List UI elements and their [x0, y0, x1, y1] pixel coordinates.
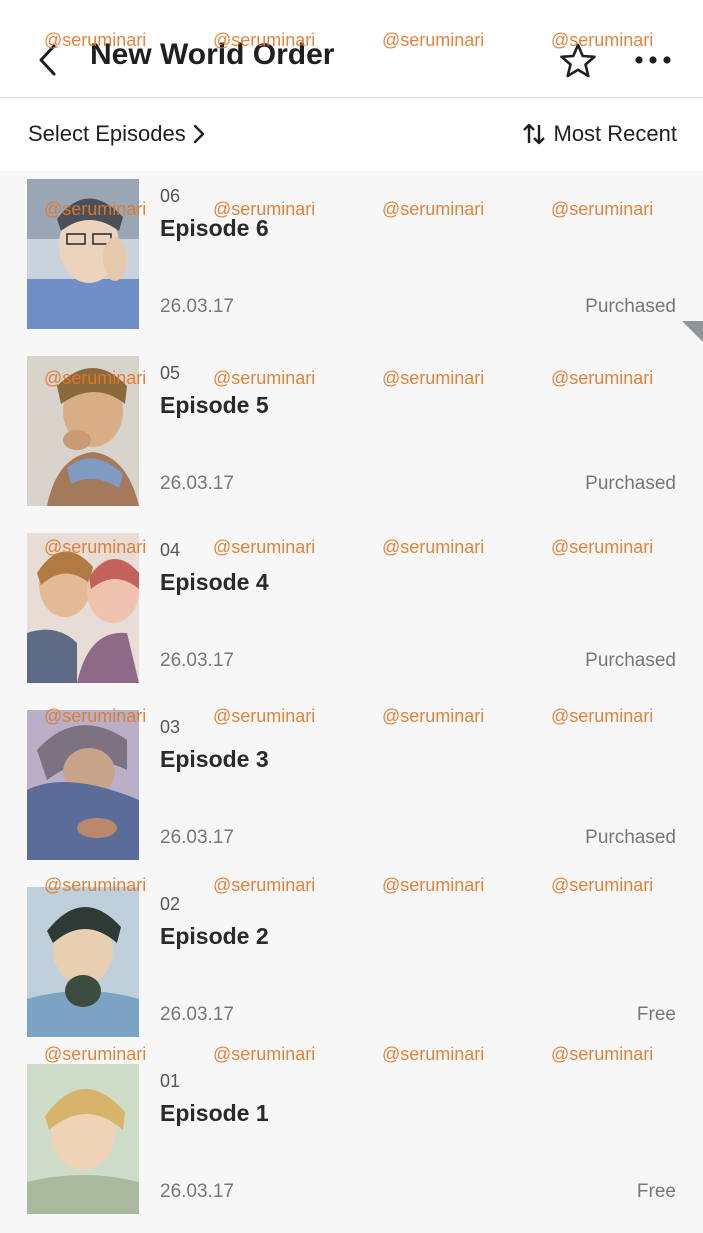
- episode-title: Episode 5: [160, 392, 269, 418]
- episode-status: Purchased: [585, 296, 676, 317]
- episode-row[interactable]: 03 Episode 3 26.03.17 Purchased: [0, 702, 703, 879]
- episode-toolbar: Select Episodes Most Recent: [0, 98, 703, 171]
- more-horizontal-icon: [635, 56, 671, 64]
- episode-status: Purchased: [585, 827, 676, 848]
- episode-row[interactable]: 02 Episode 2 26.03.17 Free: [0, 879, 703, 1056]
- episode-row[interactable]: 06 Episode 6 26.03.17 Purchased: [0, 171, 703, 348]
- episode-row[interactable]: 01 Episode 1 26.03.17 Free: [0, 1056, 703, 1233]
- more-options-button[interactable]: [633, 50, 673, 70]
- episode-title: Episode 6: [160, 215, 269, 241]
- back-button[interactable]: [34, 42, 64, 78]
- chevron-right-icon: [193, 124, 204, 144]
- episode-title: Episode 1: [160, 1100, 269, 1126]
- episode-thumbnail: [27, 179, 139, 329]
- episode-number: 06: [160, 186, 181, 206]
- episode-thumbnail: [27, 356, 139, 506]
- episode-title: Episode 2: [160, 923, 269, 949]
- chevron-left-icon: [39, 44, 56, 76]
- episode-status: Purchased: [585, 473, 676, 494]
- episode-date: 26.03.17: [160, 827, 234, 848]
- episode-number: 05: [160, 363, 181, 383]
- episode-number: 04: [160, 540, 181, 560]
- favorite-button[interactable]: [559, 42, 597, 80]
- episode-date: 26.03.17: [160, 473, 234, 494]
- page-fold-corner: [682, 321, 703, 342]
- episode-date: 26.03.17: [160, 650, 234, 671]
- episode-date: 26.03.17: [160, 1004, 234, 1025]
- episode-date: 26.03.17: [160, 296, 234, 317]
- episode-row[interactable]: 04 Episode 4 26.03.17 Purchased: [0, 525, 703, 702]
- episode-thumbnail: [27, 533, 139, 683]
- sort-label: Most Recent: [553, 121, 678, 146]
- episode-thumbnail: [27, 887, 139, 1037]
- episode-title: Episode 4: [160, 569, 269, 595]
- episode-status: Free: [636, 1004, 676, 1025]
- episode-number: 02: [160, 894, 181, 914]
- episode-thumbnail: [27, 710, 139, 860]
- episode-list: 06 Episode 6 26.03.17 Purchased 05 Episo…: [0, 171, 703, 1233]
- episode-number: 01: [160, 1071, 181, 1091]
- sort-arrows-icon: [522, 123, 545, 145]
- episode-thumbnail: [27, 1064, 139, 1214]
- select-episodes-label: Select Episodes: [28, 121, 186, 146]
- star-outline-icon: [560, 43, 596, 78]
- page-title: New World Order: [90, 38, 335, 71]
- episode-row[interactable]: 05 Episode 5 26.03.17 Purchased: [0, 348, 703, 525]
- episode-status: Purchased: [585, 650, 676, 671]
- sort-button[interactable]: Most Recent: [522, 120, 678, 148]
- select-episodes-button[interactable]: Select Episodes: [28, 120, 206, 148]
- app-header: New World Order: [0, 0, 703, 98]
- episode-title: Episode 3: [160, 746, 269, 772]
- episode-number: 03: [160, 717, 181, 737]
